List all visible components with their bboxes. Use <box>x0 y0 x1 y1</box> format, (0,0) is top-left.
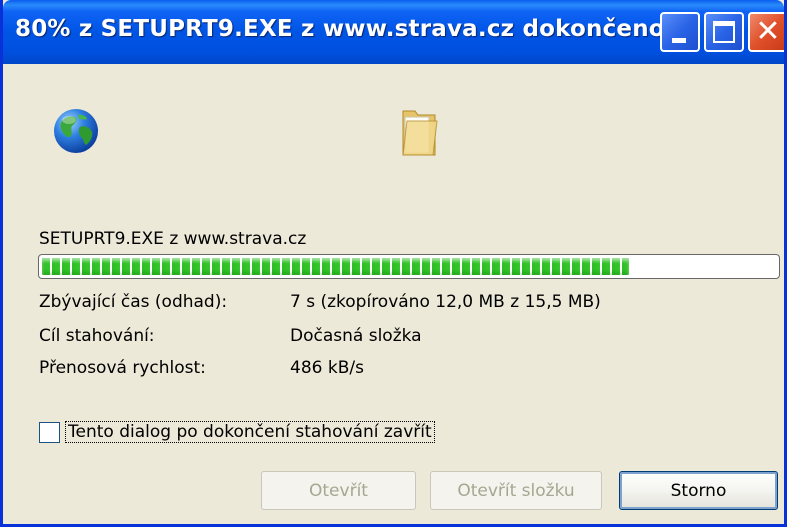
time-remaining-label: Zbývající čas (odhad): <box>39 292 228 312</box>
close-on-complete-checkbox[interactable] <box>39 421 60 443</box>
close-on-complete-option[interactable]: Tento dialog po dokončení stahování zavř… <box>39 421 435 443</box>
maximize-button[interactable] <box>704 12 744 52</box>
download-source: SETUPRT9.EXE z www.strava.cz <box>39 229 307 249</box>
download-dialog: 80% z SETUPRT9.EXE z www.strava.cz dokon… <box>0 0 787 527</box>
download-target-label: Cíl stahování: <box>39 326 155 346</box>
close-icon: ✕ <box>755 14 781 49</box>
title-bar[interactable]: 80% z SETUPRT9.EXE z www.strava.cz dokon… <box>3 0 784 64</box>
maximize-icon <box>713 21 735 43</box>
time-remaining-value: 7 s (zkopírováno 12,0 MB z 15,5 MB) <box>290 292 601 312</box>
folder-icon <box>402 110 438 156</box>
progress-fill <box>42 258 630 275</box>
minimize-icon <box>672 38 686 43</box>
download-target-value: Dočasná složka <box>290 326 422 346</box>
window-title: 80% z SETUPRT9.EXE z www.strava.cz dokon… <box>15 16 665 42</box>
open-button[interactable]: Otevřít <box>261 471 416 510</box>
open-folder-button[interactable]: Otevřít složku <box>430 471 602 510</box>
minimize-button[interactable] <box>660 12 700 52</box>
transfer-rate-label: Přenosová rychlost: <box>39 358 206 378</box>
globe-icon <box>54 109 98 153</box>
close-button[interactable]: ✕ <box>748 12 784 52</box>
close-on-complete-label[interactable]: Tento dialog po dokončení stahování zavř… <box>65 421 435 443</box>
download-progress-bar <box>38 254 780 279</box>
cancel-button[interactable]: Storno <box>619 471 778 510</box>
transfer-rate-value: 486 kB/s <box>290 358 364 378</box>
